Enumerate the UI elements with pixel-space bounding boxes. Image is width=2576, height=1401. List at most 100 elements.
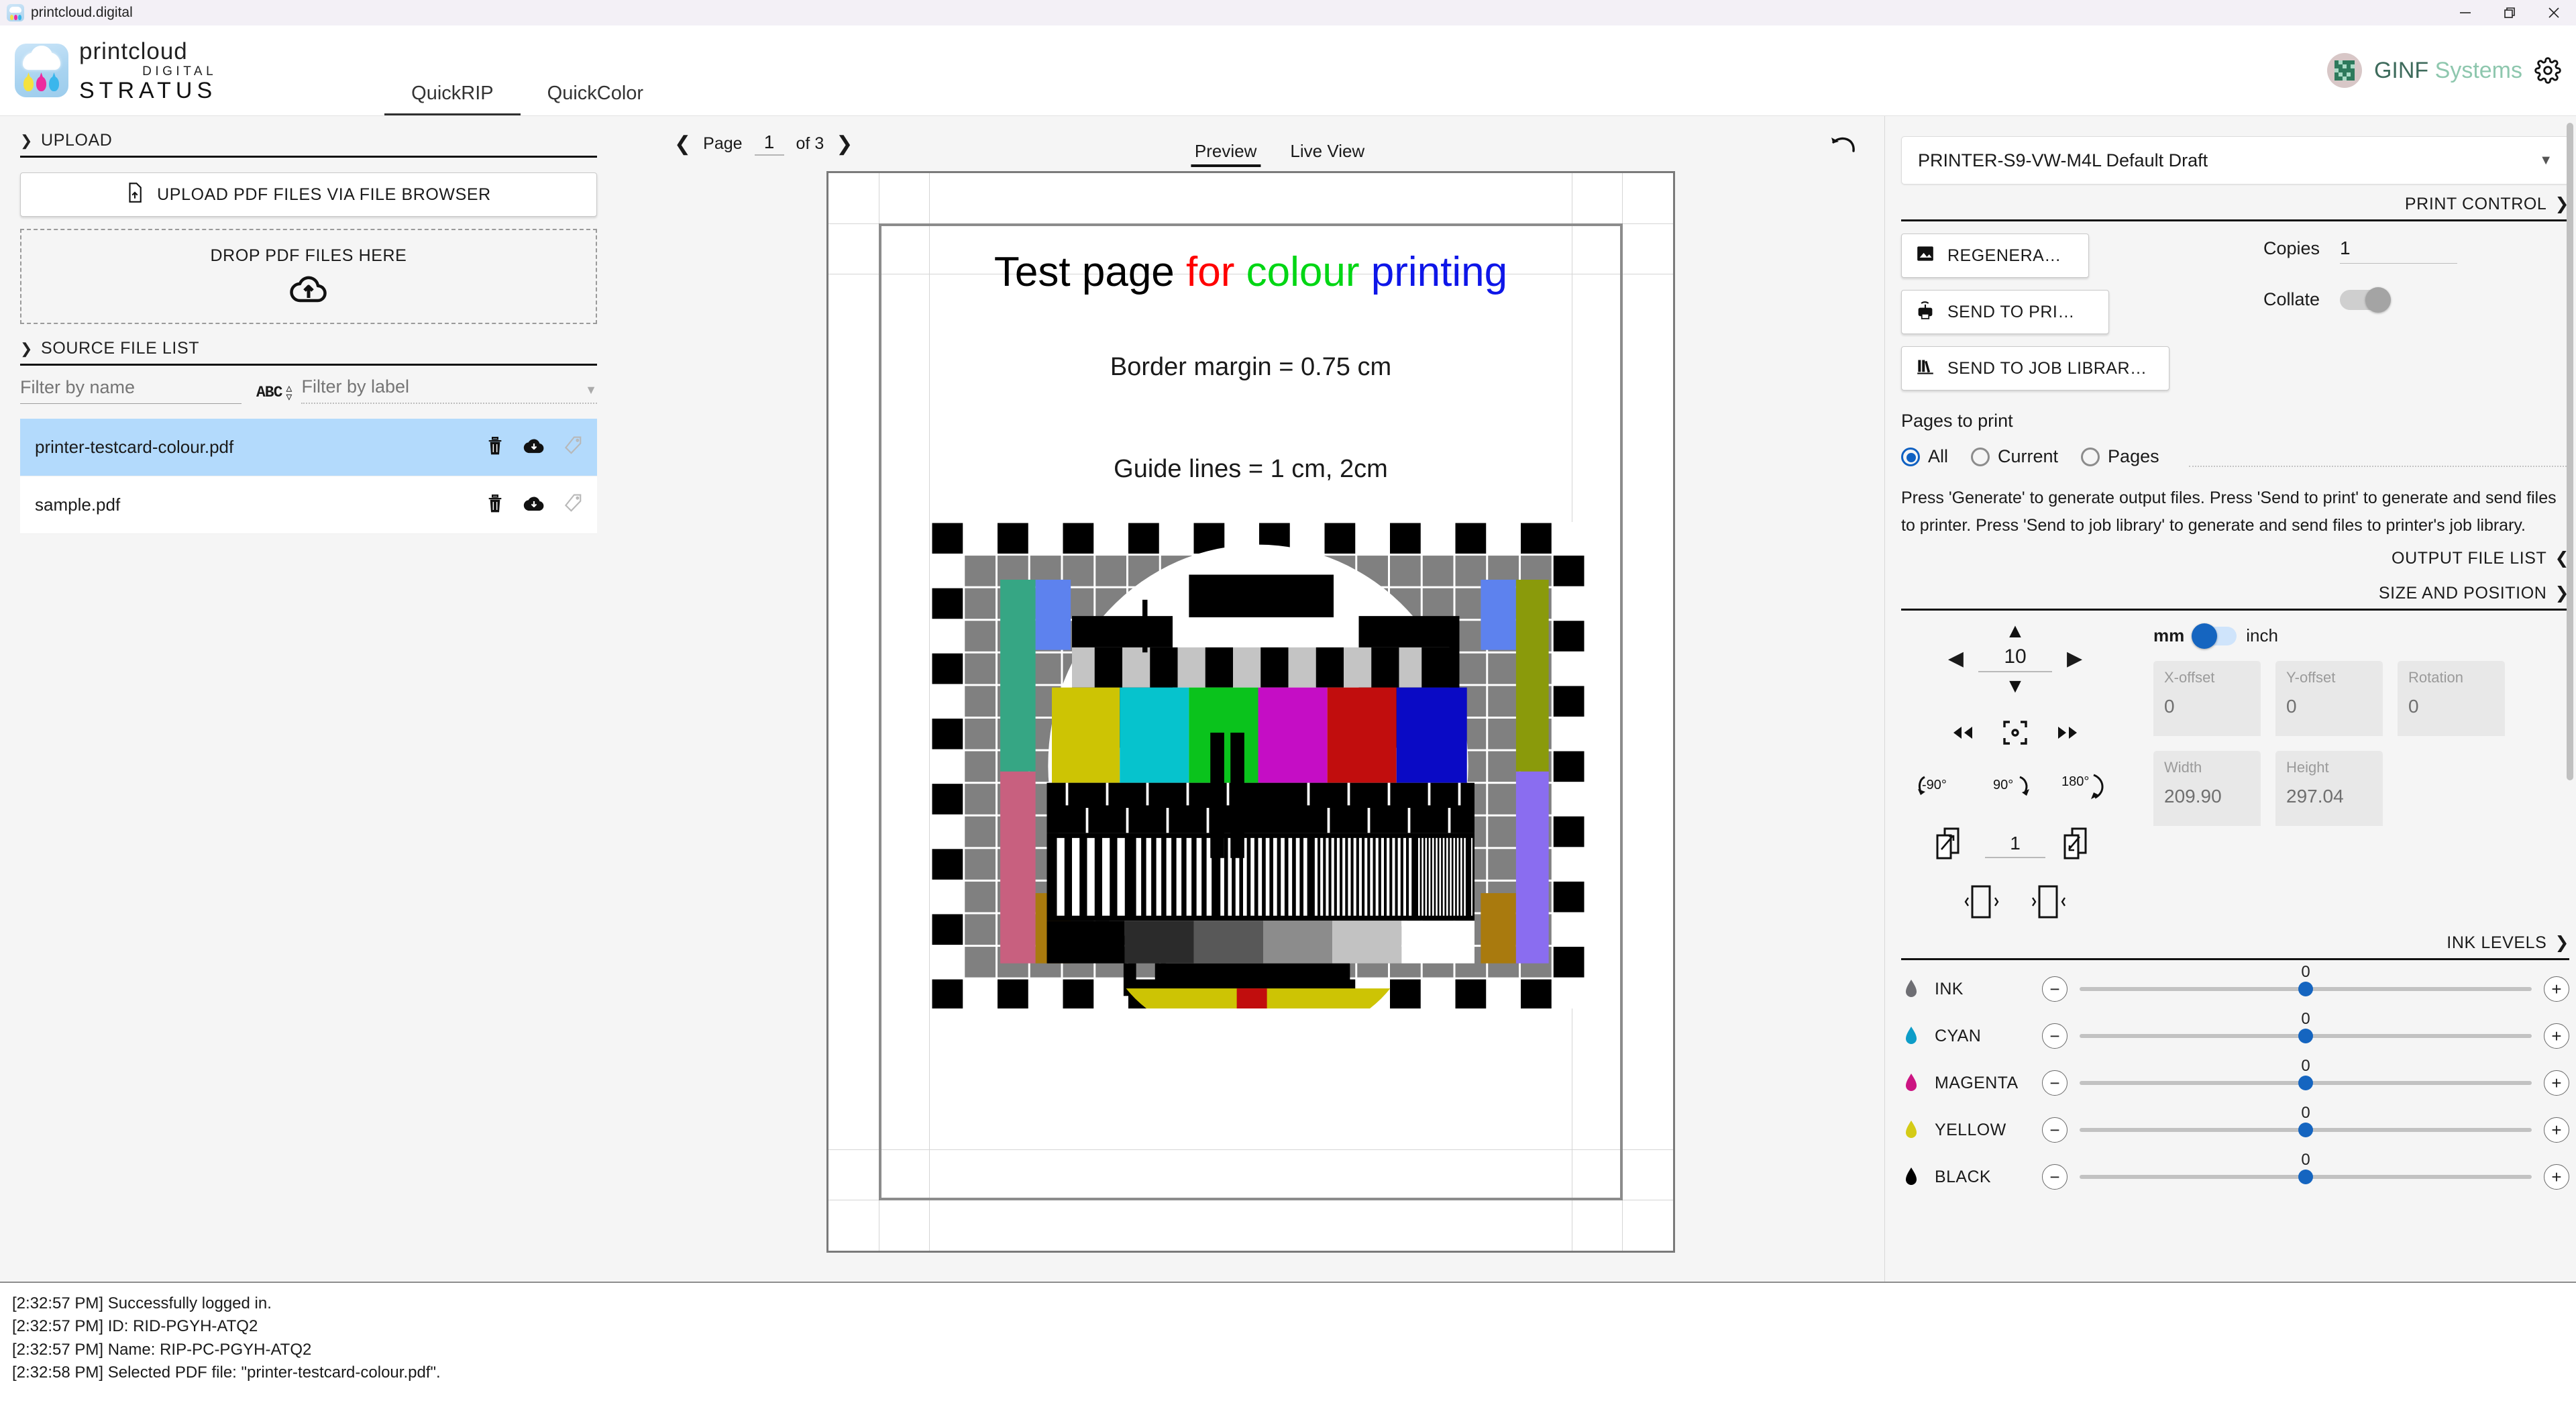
svg-text:90°: 90°	[1993, 778, 2013, 792]
send-to-job-library-button[interactable]: SEND TO JOB LIBRAR…	[1901, 346, 2169, 391]
undo-icon[interactable]	[1829, 136, 1858, 162]
height-field[interactable]: Height 297.04	[2275, 751, 2383, 826]
ink-decrease-button[interactable]: −	[2042, 1164, 2068, 1190]
radio-all[interactable]: All	[1901, 446, 1948, 467]
avatar[interactable]	[2326, 53, 2362, 88]
fit-width-out-icon[interactable]	[1962, 884, 2002, 923]
ink-increase-button[interactable]: +	[2544, 1070, 2569, 1096]
upload-pdf-browse-label: UPLOAD PDF FILES VIA FILE BROWSER	[157, 185, 491, 204]
center-object-icon[interactable]	[2002, 719, 2029, 749]
ink-slider[interactable]: 0	[2080, 1057, 2532, 1090]
filter-by-name-input[interactable]	[20, 377, 241, 398]
minimize-icon[interactable]	[2443, 0, 2487, 25]
delete-icon[interactable]	[486, 492, 504, 517]
main-nav-tabs: QuickRIP QuickColor	[384, 25, 670, 115]
expand-out-icon[interactable]	[1935, 827, 1968, 864]
ink-increase-button[interactable]: +	[2544, 1117, 2569, 1143]
rotate-cw-icon[interactable]: 90°	[1990, 772, 2039, 805]
cloud-download-icon[interactable]	[523, 494, 545, 516]
right-panel-scrollbar[interactable]	[2567, 123, 2573, 1275]
printer-preset-select[interactable]: PRINTER-S9-VW-M4L Default Draft ▼	[1901, 136, 2569, 185]
ink-slider[interactable]: 0	[2080, 1010, 2532, 1043]
y-offset-field[interactable]: Y-offset 0	[2275, 661, 2383, 736]
source-file-list-header[interactable]: ❯ SOURCE FILE LIST	[20, 324, 597, 364]
prev-page-icon[interactable]: ❮	[674, 132, 691, 156]
tab-live-view[interactable]: Live View	[1290, 141, 1364, 171]
pdf-dropzone[interactable]: DROP PDF FILES HERE	[20, 229, 597, 324]
chevron-down-icon: ❯	[20, 132, 34, 149]
radio-current[interactable]: Current	[1971, 446, 2058, 467]
filter-by-label-field[interactable]: ▼	[301, 376, 597, 404]
output-file-list-header[interactable]: OUTPUT FILE LIST ❮	[1901, 539, 2569, 574]
unit-toggle[interactable]	[2192, 623, 2237, 649]
ink-levels-header[interactable]: INK LEVELS ❯	[1901, 923, 2569, 958]
align-right-icon[interactable]	[2054, 724, 2082, 745]
ink-decrease-button[interactable]: −	[2042, 976, 2068, 1002]
rotation-field[interactable]: Rotation 0	[2398, 661, 2505, 736]
upload-pdf-browse-button[interactable]: UPLOAD PDF FILES VIA FILE BROWSER	[20, 172, 597, 217]
pages-range-input[interactable]	[2188, 447, 2569, 467]
size-and-position-header[interactable]: SIZE AND POSITION ❯	[1901, 574, 2569, 609]
filter-by-name-field[interactable]	[20, 377, 241, 404]
send-to-printer-button[interactable]: SEND TO PRI…	[1901, 290, 2109, 334]
nup-input[interactable]: 1	[1985, 833, 2045, 858]
collate-toggle[interactable]	[2340, 287, 2392, 313]
ink-slider[interactable]: 0	[2080, 1151, 2532, 1184]
view-tabs: Preview Live View	[1190, 116, 1364, 171]
align-left-icon[interactable]	[1948, 724, 1976, 745]
chevron-down-icon[interactable]: ▼	[585, 383, 597, 397]
ink-levels-divider	[1901, 958, 2569, 960]
table-row[interactable]: printer-testcard-colour.pdf	[20, 419, 597, 476]
collapse-in-icon[interactable]	[2063, 827, 2095, 864]
gear-icon[interactable]	[2534, 57, 2561, 84]
ink-increase-button[interactable]: +	[2544, 1023, 2569, 1049]
preview-canvas[interactable]: Test page for colour printing Border mar…	[617, 171, 1884, 1282]
ink-increase-button[interactable]: +	[2544, 1164, 2569, 1190]
user-name-light: Systems	[2434, 57, 2522, 83]
ink-decrease-button[interactable]: −	[2042, 1117, 2068, 1143]
nudge-down-icon[interactable]: ▼	[2005, 676, 2025, 696]
ink-slider[interactable]: 0	[2080, 1104, 2532, 1137]
rotate-180-icon[interactable]: 180°	[2059, 770, 2115, 807]
window-title: printcloud.digital	[31, 5, 133, 20]
unit-switch[interactable]: mm inch	[2153, 621, 2569, 649]
restore-icon[interactable]	[2487, 0, 2532, 25]
x-offset-field[interactable]: X-offset 0	[2153, 661, 2261, 736]
tab-quickrip[interactable]: QuickRIP	[384, 59, 521, 115]
preview-toolbar: ❮ Page 1 of 3 ❯ Preview Live View	[617, 116, 1884, 171]
ink-increase-button[interactable]: +	[2544, 976, 2569, 1002]
copies-input[interactable]: 1	[2340, 238, 2458, 264]
fit-width-in-icon[interactable]	[2029, 884, 2069, 923]
ink-decrease-button[interactable]: −	[2042, 1070, 2068, 1096]
upload-section-header[interactable]: ❯ UPLOAD	[20, 116, 597, 156]
nudge-up-icon[interactable]: ▲	[2005, 621, 2025, 641]
delete-icon[interactable]	[486, 435, 504, 460]
tab-preview[interactable]: Preview	[1190, 141, 1261, 171]
rotate-ccw-icon[interactable]: -90°	[1915, 772, 1970, 805]
print-control-header[interactable]: PRINT CONTROL ❯	[1901, 185, 2569, 219]
cloud-download-icon[interactable]	[523, 436, 545, 458]
nudge-step-input[interactable]: 10	[1978, 645, 2052, 672]
filter-by-label-input[interactable]	[301, 376, 580, 397]
ink-value: 0	[2301, 1104, 2310, 1122]
ink-slider[interactable]: 0	[2080, 963, 2532, 996]
nudge-left-icon[interactable]: ◀	[1948, 649, 1964, 669]
regenerate-button[interactable]: REGENERA…	[1901, 234, 2089, 278]
radio-pages[interactable]: Pages	[2081, 446, 2159, 467]
tab-quickcolor[interactable]: QuickColor	[521, 59, 670, 115]
tag-icon[interactable]	[564, 435, 582, 459]
width-field[interactable]: Width 209.90	[2153, 751, 2261, 826]
table-row[interactable]: sample.pdf	[20, 476, 597, 534]
app-header: printcloud DIGITAL STRATUS QuickRIP Quic…	[0, 25, 2576, 116]
tab-quickrip-label: QuickRIP	[411, 83, 494, 104]
ink-row-yellow: YELLOW − 0 +	[1901, 1104, 2569, 1153]
cloud-upload-icon	[289, 272, 328, 307]
nudge-right-icon[interactable]: ▶	[2067, 649, 2082, 669]
page-number-input[interactable]: 1	[754, 132, 784, 156]
pdf-page[interactable]: Test page for colour printing Border mar…	[826, 171, 1675, 1253]
close-icon[interactable]	[2532, 0, 2576, 25]
sort-alphabetical-button[interactable]: ABC ▵ ▿	[256, 382, 292, 403]
tag-icon[interactable]	[564, 493, 582, 517]
next-page-icon[interactable]: ❯	[836, 132, 853, 156]
ink-decrease-button[interactable]: −	[2042, 1023, 2068, 1049]
